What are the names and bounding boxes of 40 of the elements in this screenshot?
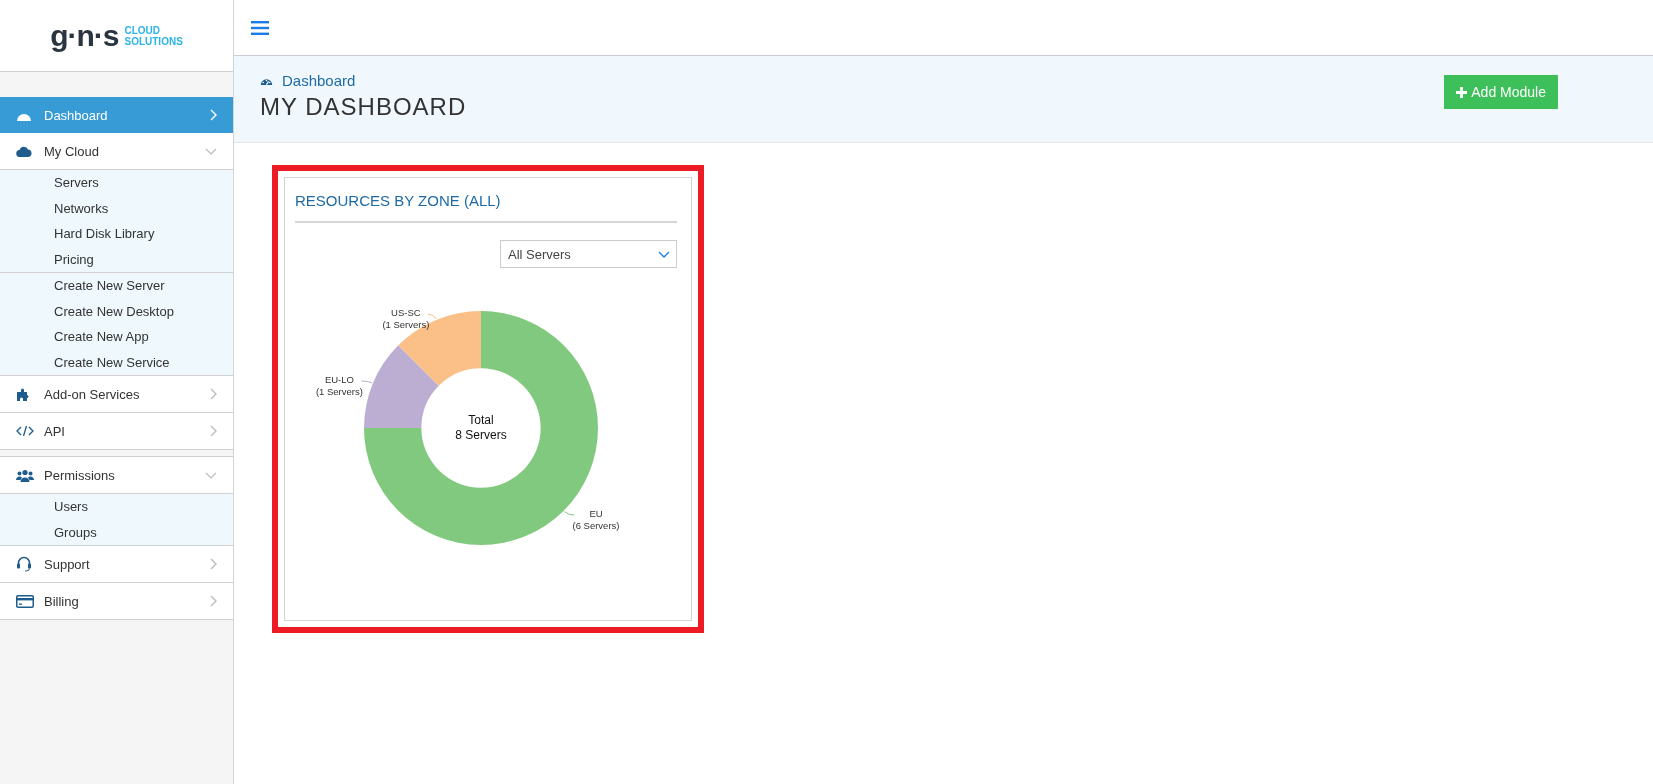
breadcrumb-link[interactable]: Dashboard <box>282 71 356 89</box>
sidebar-subitem[interactable]: Create New Desktop <box>0 298 233 324</box>
sidebar-subitem[interactable]: Networks <box>0 195 233 221</box>
slice-value-label: (1 Servers) <box>315 385 363 397</box>
slice-label: EU-LO <box>324 373 354 385</box>
menu-icon[interactable] <box>251 20 269 35</box>
sidebar-subitem[interactable]: Create New App <box>0 324 233 350</box>
sidebar-subitem[interactable]: Groups <box>0 519 233 545</box>
sidebar-subitem[interactable]: Pricing <box>0 246 233 272</box>
chevron-right-icon <box>210 388 217 400</box>
code-icon <box>16 425 34 437</box>
leader-line <box>360 380 373 384</box>
plus-icon <box>1456 86 1468 98</box>
headset-icon <box>16 556 32 572</box>
cloud-icon <box>16 145 32 157</box>
sidebar-subitem[interactable]: Servers <box>0 170 233 196</box>
chevron-down-icon <box>658 250 670 258</box>
sidebar-subitem[interactable]: Hard Disk Library <box>0 221 233 247</box>
users-icon <box>16 468 34 482</box>
slice-value-label: (1 Servers) <box>382 319 430 331</box>
donut-center-label: Total <box>468 413 494 427</box>
leader-line <box>427 313 437 320</box>
page-title: MY DASHBOARD <box>260 92 467 121</box>
leader-line <box>563 510 575 516</box>
chevron-right-icon <box>210 595 217 607</box>
slice-value-label: (6 Servers) <box>572 520 620 531</box>
sidebar-subitem[interactable]: Create New Service <box>0 349 233 375</box>
chevron-right-icon <box>210 425 217 437</box>
sidebar-subitem[interactable]: Create New Server <box>0 273 233 299</box>
chevron-right-icon <box>210 109 217 121</box>
donut-center-value: 8 Servers <box>455 428 507 442</box>
credit-card-icon <box>16 594 34 608</box>
server-filter-dropdown[interactable]: All Servers <box>500 240 677 268</box>
slice-label: US-SC <box>391 307 421 319</box>
chevron-down-icon <box>205 471 217 479</box>
chevron-right-icon <box>210 558 217 570</box>
chevron-down-icon <box>205 147 217 155</box>
slice-label: EU <box>589 508 603 519</box>
sidebar-subitem[interactable]: Users <box>0 494 233 520</box>
widget-title: RESOURCES BY ZONE (ALL) <box>295 192 677 223</box>
